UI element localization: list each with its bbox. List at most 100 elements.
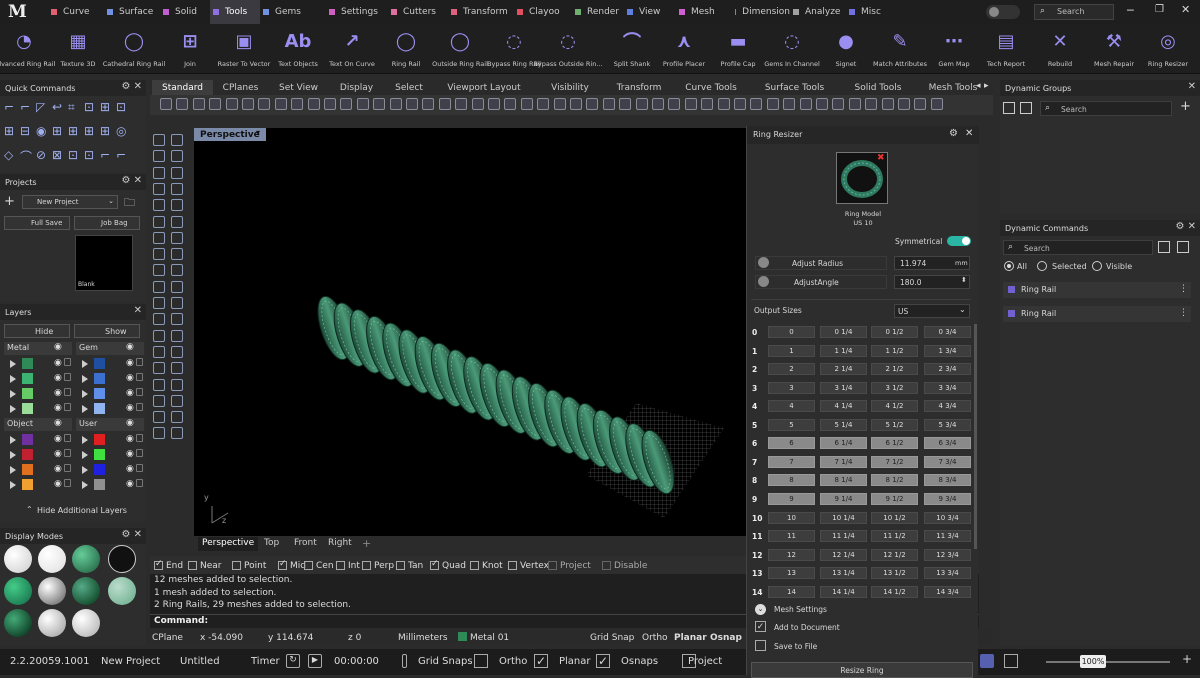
menu-tab-cutters[interactable]: Cutters xyxy=(388,0,448,24)
vertical-tool-icon[interactable] xyxy=(153,150,165,163)
osnap-disable[interactable]: Disable xyxy=(602,559,647,572)
resize-ring-button[interactable]: Resize Ring xyxy=(751,662,973,678)
standard-tool-icon[interactable] xyxy=(553,98,566,110)
size-button[interactable]: 8 3/4 xyxy=(924,474,971,487)
standard-tool-icon[interactable] xyxy=(537,98,550,110)
layer-row[interactable]: ◉ xyxy=(4,387,72,401)
minimize-icon[interactable]: ─ xyxy=(1127,4,1134,17)
vertical-tool-icon[interactable] xyxy=(171,231,183,244)
standard-tool-icon[interactable] xyxy=(766,98,779,110)
dynamic-groups-search[interactable]: ⌕ Search xyxy=(1040,101,1172,116)
vertical-tool-icon[interactable] xyxy=(171,182,183,195)
osnap-checkbox[interactable] xyxy=(508,561,517,570)
display-mode-green[interactable] xyxy=(72,545,100,573)
app-status-icon[interactable] xyxy=(980,654,994,668)
size-button[interactable]: 5 1/4 xyxy=(820,418,867,431)
size-button[interactable]: 5 1/2 xyxy=(871,418,918,431)
size-button[interactable]: 9 3/4 xyxy=(924,492,971,505)
size-button[interactable]: 14 3/4 xyxy=(924,585,971,598)
layer-row[interactable]: ◉ xyxy=(4,478,72,492)
status-cplane[interactable]: CPlane xyxy=(152,631,183,644)
close-icon[interactable]: ✕ xyxy=(1188,81,1196,92)
standard-tool-icon[interactable] xyxy=(799,98,812,110)
vertical-tool-icon[interactable] xyxy=(153,248,165,261)
layer-row[interactable]: ◉ xyxy=(4,402,72,416)
layer-group-metal[interactable]: Metal ◉ xyxy=(4,342,72,355)
expand-icon[interactable] xyxy=(10,466,16,474)
zoom-slider-thumb[interactable]: 100% xyxy=(1080,655,1106,668)
vertical-tool-icon[interactable] xyxy=(171,215,183,228)
lock-icon[interactable] xyxy=(136,464,143,472)
size-button[interactable]: 10 1/4 xyxy=(820,511,867,524)
osnap-checkbox[interactable] xyxy=(278,559,287,570)
quick-command-icon[interactable]: ⌐ xyxy=(116,148,130,162)
quick-command-icon[interactable]: ⊡ xyxy=(84,148,98,162)
vertical-tool-icon[interactable] xyxy=(153,264,165,277)
menu-tab-dimension[interactable]: Dimension xyxy=(732,0,790,24)
size-button[interactable]: 14 xyxy=(768,585,815,598)
add-group-icon[interactable]: + xyxy=(1180,99,1191,114)
size-button[interactable]: 7 1/2 xyxy=(871,455,918,468)
zoom-in-icon[interactable]: + xyxy=(1182,652,1192,666)
eye-icon[interactable]: ◉ xyxy=(126,358,134,368)
layer-color-swatch[interactable] xyxy=(94,464,105,475)
eye-icon[interactable]: ◉ xyxy=(54,403,62,413)
lock-icon[interactable] xyxy=(64,464,71,472)
symmetrical-toggle[interactable] xyxy=(947,236,971,246)
toolbar-tab-solid-tools[interactable]: Solid Tools xyxy=(839,80,917,95)
eye-icon[interactable]: ◉ xyxy=(126,418,134,428)
layer-color-swatch[interactable] xyxy=(94,479,105,490)
status-layer[interactable]: Metal 01 xyxy=(470,631,509,644)
grid-view-icon[interactable] xyxy=(1003,102,1015,114)
vertical-tool-icon[interactable] xyxy=(171,394,183,407)
size-button[interactable]: 2 xyxy=(768,363,815,376)
quick-command-icon[interactable]: ↩ xyxy=(52,100,66,114)
size-button[interactable]: 4 3/4 xyxy=(924,400,971,413)
osnap-checkbox[interactable] xyxy=(188,561,197,570)
expand-icon[interactable] xyxy=(82,390,88,398)
lock-icon[interactable] xyxy=(136,479,143,487)
lock-icon[interactable] xyxy=(136,434,143,442)
layer-color-swatch[interactable] xyxy=(22,388,33,399)
osnap-checkbox[interactable] xyxy=(154,559,163,570)
vertical-tool-icon[interactable] xyxy=(171,427,183,440)
display-mode-artistic[interactable] xyxy=(38,609,66,637)
quick-command-icon[interactable]: ⊡ xyxy=(84,100,98,114)
show-button[interactable]: Show xyxy=(74,324,140,338)
layer-color-swatch[interactable] xyxy=(94,449,105,460)
size-button[interactable]: 12 xyxy=(768,548,815,561)
vertical-tool-icon[interactable] xyxy=(171,166,183,179)
size-button[interactable]: 11 3/4 xyxy=(924,530,971,543)
standard-tool-icon[interactable] xyxy=(176,98,189,110)
size-button[interactable]: 5 3/4 xyxy=(924,418,971,431)
lock-icon[interactable] xyxy=(64,403,71,411)
size-button[interactable]: 3 xyxy=(768,381,815,394)
add-to-document-checkbox[interactable]: ✓ xyxy=(755,621,766,632)
chevron-left-icon[interactable]: ◂ xyxy=(976,81,981,91)
layer-row[interactable]: ◉ xyxy=(4,372,72,386)
standard-tool-icon[interactable] xyxy=(881,98,894,110)
expand-icon[interactable] xyxy=(82,405,88,413)
dynamic-commands-search[interactable]: ⌕ Search xyxy=(1003,240,1153,255)
layer-color-swatch[interactable] xyxy=(94,403,105,414)
layer-color-swatch[interactable] xyxy=(94,373,105,384)
eye-icon[interactable]: ◉ xyxy=(54,464,62,474)
expand-icon[interactable] xyxy=(82,436,88,444)
lock-icon[interactable] xyxy=(136,358,143,366)
layer-color-swatch[interactable] xyxy=(22,449,33,460)
size-button[interactable]: 10 1/2 xyxy=(871,511,918,524)
project-select[interactable]: New Project ⌄ xyxy=(22,195,118,209)
global-search-input[interactable]: ⌕ Search xyxy=(1034,4,1114,20)
vertical-tool-icon[interactable] xyxy=(153,313,165,326)
display-mode-flat[interactable] xyxy=(38,545,66,573)
play-icon[interactable]: ▶ xyxy=(308,654,322,668)
standard-tool-icon[interactable] xyxy=(488,98,500,110)
size-button[interactable]: 8 1/4 xyxy=(820,474,867,487)
quick-command-icon[interactable]: ⊡ xyxy=(68,148,82,162)
layer-color-swatch[interactable] xyxy=(22,403,33,414)
menu-tab-tools[interactable]: Tools xyxy=(210,0,260,24)
size-button[interactable]: 0 xyxy=(768,326,815,338)
status-ortho[interactable]: Ortho xyxy=(642,631,668,644)
size-button[interactable]: 4 xyxy=(768,400,815,413)
toolbar-tab-set-view[interactable]: Set View xyxy=(268,80,329,95)
